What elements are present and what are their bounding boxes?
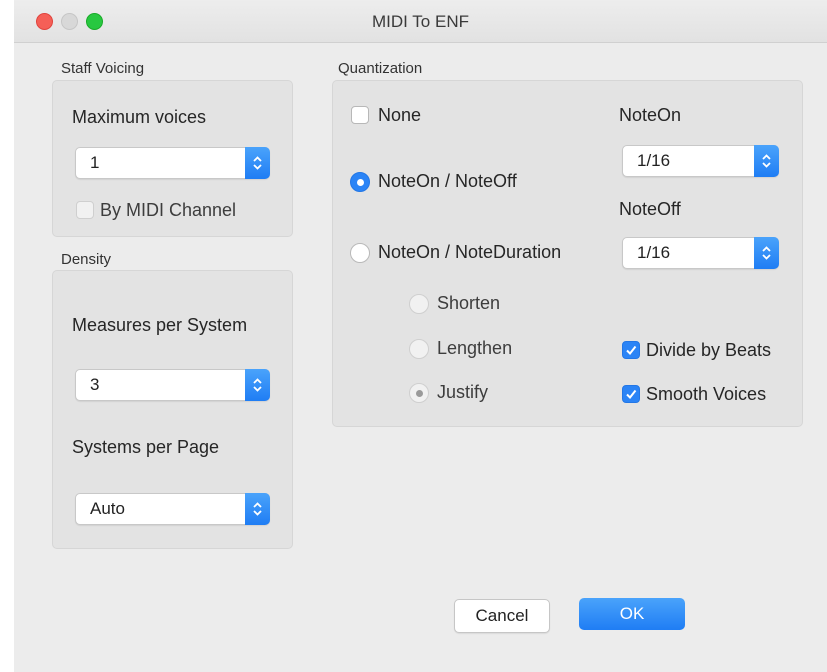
justify-label: Justify <box>437 382 489 402</box>
staff-voicing-label: Staff Voicing <box>61 60 145 77</box>
measures-per-system-popup[interactable]: 3 <box>75 369 270 401</box>
noteon-noteduration-radio[interactable] <box>350 243 370 263</box>
staff-voicing-box: Maximum voices 1 By MIDI Channel <box>52 80 293 237</box>
noteon-popup[interactable]: 1/16 <box>622 145 779 177</box>
noteoff-popup[interactable]: 1/16 <box>622 237 779 269</box>
noteoff-label: NoteOff <box>619 199 681 219</box>
chevron-updown-icon <box>245 493 270 525</box>
quantization-box: None NoteOn / NoteOff NoteOn / NoteDurat… <box>332 80 803 427</box>
max-voices-popup[interactable]: 1 <box>75 147 270 179</box>
quantization-label: Quantization <box>338 60 423 77</box>
justify-radio[interactable] <box>409 383 429 403</box>
measures-per-system-label: Measures per System <box>72 315 248 335</box>
noteon-value: 1/16 <box>637 151 671 170</box>
divide-by-beats-checkbox[interactable] <box>622 341 640 359</box>
noteon-noteduration-label: NoteOn / NoteDuration <box>378 242 562 262</box>
chevron-updown-icon <box>245 369 270 401</box>
noteoff-value: 1/16 <box>637 243 671 262</box>
density-label: Density <box>61 251 112 268</box>
noteon-noteoff-radio[interactable] <box>350 172 370 192</box>
ok-button[interactable]: OK <box>579 598 685 630</box>
lengthen-label: Lengthen <box>437 338 513 358</box>
systems-per-page-label: Systems per Page <box>72 437 220 457</box>
systems-per-page-value: Auto <box>90 499 125 518</box>
noteon-label: NoteOn <box>619 105 682 125</box>
checkmark-icon <box>626 345 637 356</box>
by-midi-channel-label: By MIDI Channel <box>100 200 237 220</box>
none-checkbox[interactable] <box>351 106 369 124</box>
divide-by-beats-label: Divide by Beats <box>646 340 772 360</box>
systems-per-page-popup[interactable]: Auto <box>75 493 270 525</box>
shorten-label: Shorten <box>437 293 501 313</box>
window-title: MIDI To ENF <box>372 12 469 31</box>
smooth-voices-label: Smooth Voices <box>646 384 767 404</box>
smooth-voices-checkbox[interactable] <box>622 385 640 403</box>
shorten-radio[interactable] <box>409 294 429 314</box>
checkmark-icon <box>626 389 637 400</box>
lengthen-radio[interactable] <box>409 339 429 359</box>
chevron-updown-icon <box>245 147 270 179</box>
cancel-button[interactable]: Cancel <box>454 599 550 633</box>
title-bar: MIDI To ENF <box>14 0 827 43</box>
max-voices-value: 1 <box>90 153 100 172</box>
chevron-updown-icon <box>754 145 779 177</box>
density-box: Measures per System 3 Systems per Page A… <box>52 270 293 549</box>
measures-per-system-value: 3 <box>90 375 100 394</box>
chevron-updown-icon <box>754 237 779 269</box>
by-midi-channel-checkbox[interactable] <box>76 201 94 219</box>
dialog-window: MIDI To ENF Staff Voicing Maximum voices… <box>14 0 827 672</box>
noteon-noteoff-label: NoteOn / NoteOff <box>378 171 517 191</box>
max-voices-label: Maximum voices <box>72 107 207 127</box>
none-label: None <box>378 105 422 125</box>
